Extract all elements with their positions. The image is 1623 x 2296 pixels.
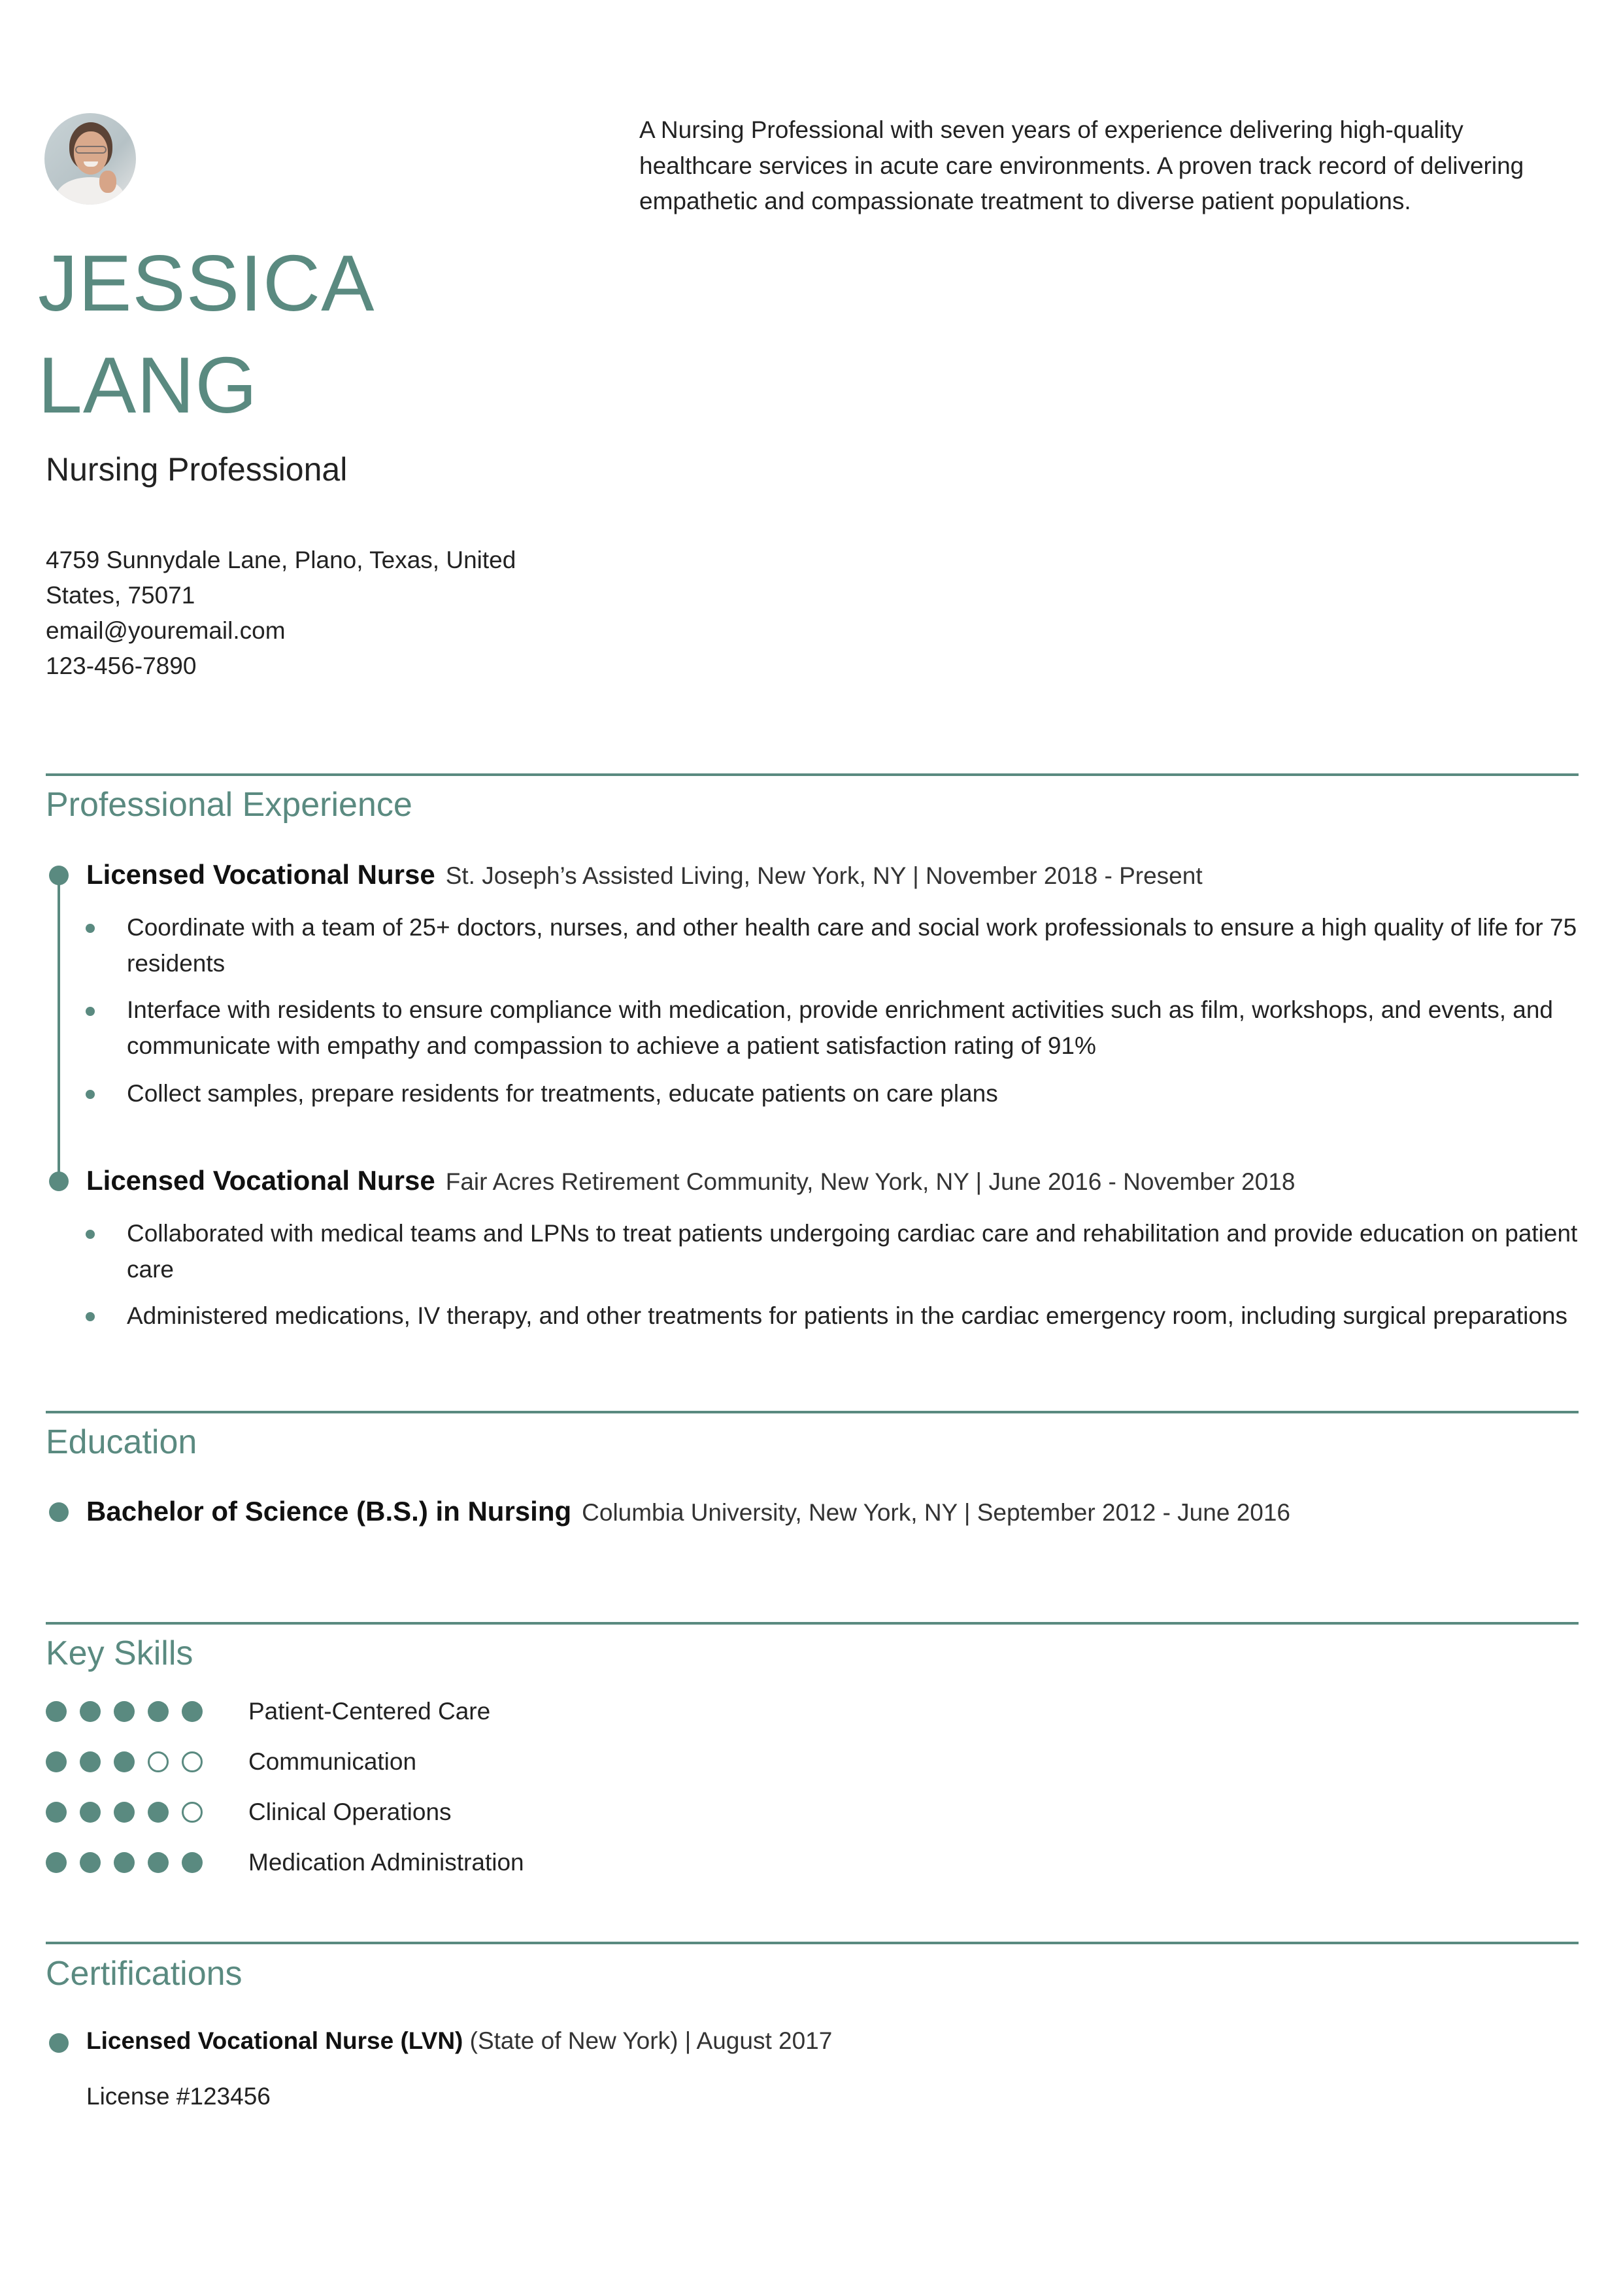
photo-hand [99,171,116,193]
filled-dot-icon [114,1751,135,1772]
filled-dot-icon [182,1852,203,1873]
education-entry: Bachelor of Science (B.S.) in Nursing Col… [86,1494,1290,1530]
skill-rating [46,1751,203,1772]
filled-dot-icon [148,1852,169,1873]
filled-dot-icon [148,1701,169,1722]
certification-name: Licensed Vocational Nurse (LVN) [86,2027,463,2054]
filled-dot-icon [46,1701,67,1722]
degree: Bachelor of Science (B.S.) in Nursing [86,1496,572,1527]
job-bullet: Coordinate with a team of 25+ doctors, n… [127,914,1577,977]
job-bullet: Interface with residents to ensure compl… [127,996,1554,1059]
contact-info: 4759 Sunnydale Lane, Plano, Texas, Unite… [46,543,543,684]
education-meta: Columbia University, New York, NY | Sept… [582,1499,1290,1526]
job-bullet: Administered medications, IV therapy, an… [127,1302,1567,1329]
photo-glasses [75,146,107,154]
bullet-icon [86,1007,95,1016]
education-heading: Education [46,1423,197,1461]
timeline-dot [49,866,69,885]
job-entry-header: Licensed Vocational Nurse Fair Acres Reti… [86,1163,1295,1200]
skill-label: Communication [248,1748,417,1775]
bullet-icon [86,1312,95,1321]
address-line-1: 4759 Sunnydale Lane, Plano, Texas, Unite… [46,547,516,573]
section-divider [46,773,1579,776]
certification-dot [49,2033,69,2053]
job-role: Licensed Vocational Nurse [86,1165,435,1196]
experience-heading: Professional Experience [46,786,412,824]
bullet-icon [86,1230,95,1239]
first-name: JESSICA [38,239,375,328]
certification-entry: Licensed Vocational Nurse (LVN) (State o… [86,2025,832,2057]
job-bullet: Collect samples, prepare residents for t… [127,1080,998,1107]
section-divider [46,1411,1579,1413]
section-divider [46,1942,1579,1944]
bullet-icon [86,924,95,933]
filled-dot-icon [46,1751,67,1772]
filled-dot-icon [80,1751,101,1772]
section-divider [46,1622,1579,1625]
job-title: Nursing Professional [46,451,348,488]
candidate-name: JESSICA LANG [38,232,375,436]
profile-photo [44,113,136,205]
skill-label: Clinical Operations [248,1798,452,1825]
skill-label: Patient-Centered Care [248,1698,491,1725]
skill-label: Medication Administration [248,1849,524,1876]
timeline-dot [49,1172,69,1191]
filled-dot-icon [46,1802,67,1823]
job-meta: Fair Acres Retirement Community, New Yor… [445,1168,1296,1195]
filled-dot-icon [182,1701,203,1722]
job-role: Licensed Vocational Nurse [86,859,435,890]
timeline-line [58,876,60,1182]
filled-dot-icon [114,1852,135,1873]
empty-dot-icon [182,1802,203,1823]
profile-summary: A Nursing Professional with seven years … [639,116,1524,214]
license-number: License #123456 [86,2083,271,2110]
empty-dot-icon [148,1751,169,1772]
filled-dot-icon [114,1701,135,1722]
filled-dot-icon [80,1852,101,1873]
last-name: LANG [38,341,258,430]
filled-dot-icon [46,1852,67,1873]
job-bullet: Collaborated with medical teams and LPNs… [127,1220,1578,1283]
certification-meta: (State of New York) | August 2017 [463,2027,833,2054]
certifications-heading: Certifications [46,1955,243,1993]
address-line-2: States, 75071 [46,582,195,609]
filled-dot-icon [114,1802,135,1823]
job-entry-header: Licensed Vocational Nurse St. Joseph’s As… [86,857,1203,894]
phone-number: 123-456-7890 [46,652,197,679]
email-link[interactable]: email@youremail.com [46,613,543,649]
job-meta: St. Joseph’s Assisted Living, New York, … [445,862,1203,889]
skill-rating [46,1802,203,1823]
skill-rating [46,1852,203,1873]
bullet-icon [86,1090,95,1099]
empty-dot-icon [182,1751,203,1772]
filled-dot-icon [148,1802,169,1823]
education-dot [49,1502,69,1522]
filled-dot-icon [80,1701,101,1722]
skill-rating [46,1701,203,1722]
skills-heading: Key Skills [46,1634,193,1672]
filled-dot-icon [80,1802,101,1823]
